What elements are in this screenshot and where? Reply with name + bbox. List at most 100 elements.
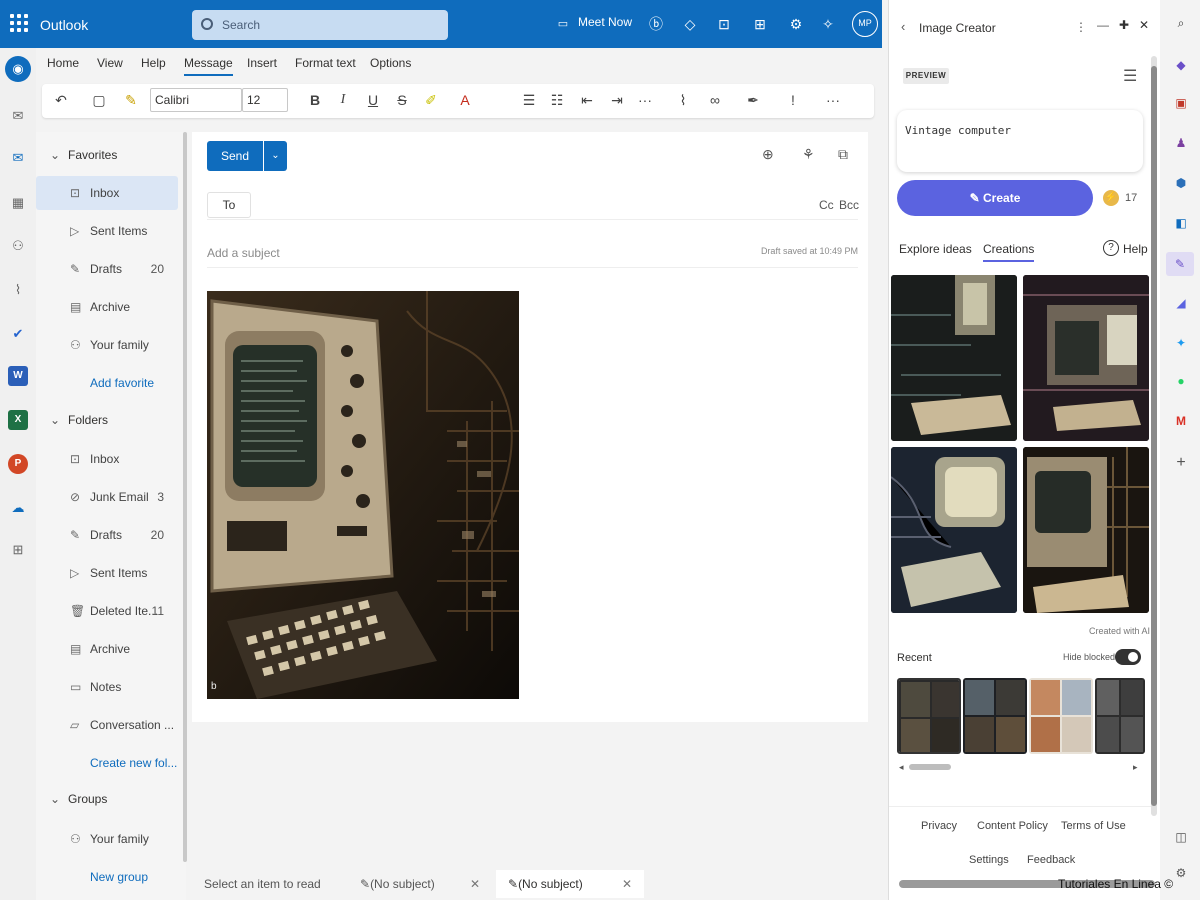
- drop-icon[interactable]: ◢: [1172, 294, 1190, 312]
- lightbulb-icon[interactable]: ✧: [818, 14, 838, 34]
- panel-scrollbar[interactable]: [1151, 56, 1157, 816]
- underline-icon[interactable]: U: [362, 92, 384, 108]
- cc-button[interactable]: Cc: [819, 198, 834, 212]
- tab-explore-ideas[interactable]: Explore ideas: [899, 242, 972, 256]
- tab-insert[interactable]: Insert: [247, 56, 277, 70]
- m365-icon[interactable]: ⬢: [1172, 174, 1190, 192]
- sidebar-item-group-family[interactable]: ⚇ Your family: [36, 822, 178, 856]
- add-favorite-link[interactable]: Add favorite: [90, 376, 154, 390]
- increase-indent-icon[interactable]: ⇥: [606, 92, 628, 109]
- mail-icon[interactable]: ✉: [8, 148, 28, 168]
- more-options-icon[interactable]: ···: [822, 92, 844, 108]
- sidebar-item-sent[interactable]: ▷ Sent Items: [36, 214, 178, 248]
- attach-icon[interactable]: ⌇: [672, 92, 694, 109]
- feedback-link[interactable]: Feedback: [1027, 854, 1075, 866]
- bold-icon[interactable]: B: [304, 92, 326, 108]
- immersive-reader-icon[interactable]: ⚘: [802, 146, 815, 163]
- powerpoint-icon[interactable]: P: [8, 454, 28, 474]
- send-options-dropdown[interactable]: ⌄: [264, 141, 287, 171]
- gmail-icon[interactable]: M: [1172, 412, 1190, 430]
- mail-outline-icon[interactable]: ✉: [8, 106, 28, 126]
- sidebar-item-inbox-folder[interactable]: ⊡ Inbox: [36, 442, 178, 476]
- content-policy-link[interactable]: Content Policy: [977, 820, 1048, 832]
- people-icon[interactable]: ⚇: [8, 236, 28, 256]
- recent-thumbnail[interactable]: [1095, 678, 1145, 754]
- create-folder-link[interactable]: Create new fol...: [90, 756, 177, 770]
- tab-message[interactable]: Message: [184, 56, 233, 76]
- sidebar-toggle-icon[interactable]: ◫: [1172, 828, 1190, 846]
- recent-scrollbar-thumb[interactable]: [909, 764, 951, 770]
- onedrive-icon[interactable]: ☁: [8, 498, 28, 518]
- inserted-image[interactable]: b: [207, 291, 519, 699]
- sidebar-item-junk[interactable]: ⊘ Junk Email 3: [36, 480, 178, 514]
- sidebar-item-sent-folder[interactable]: ▷ Sent Items: [36, 556, 178, 590]
- tab-home[interactable]: Home: [47, 56, 79, 70]
- popout-icon[interactable]: ⧉: [838, 146, 848, 163]
- help-link[interactable]: Help: [1123, 242, 1148, 256]
- word-icon[interactable]: W: [8, 366, 28, 386]
- importance-icon[interactable]: !: [782, 92, 804, 108]
- help-icon[interactable]: ?: [1103, 240, 1119, 256]
- more-vertical-icon[interactable]: ⋮: [1075, 20, 1087, 34]
- recent-thumbnail[interactable]: [1029, 678, 1093, 754]
- new-group-link[interactable]: New group: [90, 870, 148, 884]
- excel-icon[interactable]: X: [8, 410, 28, 430]
- todo-check-icon[interactable]: ✔: [8, 324, 28, 344]
- strikethrough-icon[interactable]: S: [391, 92, 413, 108]
- tab-draft-1[interactable]: ✎(No subject) ✕: [348, 870, 492, 898]
- meet-now-button[interactable]: Meet Now: [578, 15, 632, 29]
- recent-thumbnail[interactable]: [963, 678, 1027, 754]
- sidebar-item-deleted[interactable]: 🗑 Deleted Ite... 11: [36, 594, 178, 628]
- sidebar-item-archive[interactable]: ▤ Archive: [36, 290, 178, 324]
- sidebar-item-your-family[interactable]: ⚇ Your family: [36, 328, 178, 362]
- games-icon[interactable]: ♟: [1172, 134, 1190, 152]
- settings-link[interactable]: Settings: [969, 854, 1009, 866]
- app-launcher-icon[interactable]: [10, 14, 28, 32]
- decrease-indent-icon[interactable]: ⇤: [576, 92, 598, 109]
- creation-thumbnail[interactable]: [1023, 447, 1149, 613]
- close-icon[interactable]: ✕: [622, 870, 632, 898]
- groups-header[interactable]: ⌄ Groups: [50, 792, 107, 806]
- chevron-left-icon[interactable]: ‹: [901, 19, 905, 34]
- panel-scrollbar-thumb[interactable]: [1151, 66, 1157, 806]
- scroll-right-icon[interactable]: ▸: [1133, 762, 1138, 773]
- sidebar-item-notes[interactable]: ▭ Notes: [36, 670, 178, 704]
- tag-icon[interactable]: ◆: [1172, 56, 1190, 74]
- creation-thumbnail[interactable]: [891, 447, 1017, 613]
- shopping-bag-icon[interactable]: ▣: [1172, 94, 1190, 112]
- search-icon[interactable]: ⌕: [1172, 14, 1190, 32]
- avatar[interactable]: MP: [852, 11, 878, 37]
- outlook-icon[interactable]: ◧: [1172, 214, 1190, 232]
- tab-draft-2[interactable]: ✎(No subject) ✕: [496, 870, 644, 898]
- menu-icon[interactable]: ☰: [1123, 66, 1137, 86]
- scroll-left-icon[interactable]: ◂: [899, 762, 904, 773]
- pin-icon[interactable]: ✚: [1119, 18, 1129, 32]
- image-creator-icon[interactable]: ✎: [1166, 252, 1194, 276]
- more-apps-icon[interactable]: ⊞: [8, 540, 28, 560]
- highlight-icon[interactable]: ✐: [420, 92, 442, 109]
- more-icon[interactable]: ···: [634, 92, 656, 108]
- tab-view[interactable]: View: [97, 56, 123, 70]
- undo-icon[interactable]: ↶: [50, 92, 72, 109]
- app-name[interactable]: Outlook: [40, 17, 88, 33]
- zoom-icon[interactable]: ⊕: [762, 146, 774, 163]
- minimize-icon[interactable]: —: [1097, 18, 1109, 32]
- tab-creations[interactable]: Creations: [983, 242, 1035, 262]
- font-size-select[interactable]: 12: [242, 88, 288, 112]
- format-painter-icon[interactable]: ✎: [120, 92, 142, 109]
- font-name-select[interactable]: Calibri: [150, 88, 242, 112]
- whatsapp-icon[interactable]: ●: [1172, 372, 1190, 390]
- signature-icon[interactable]: ✒: [742, 92, 764, 109]
- create-button[interactable]: ✎ Create: [897, 180, 1093, 216]
- sidebar-item-inbox[interactable]: ⊡ Inbox: [36, 176, 178, 210]
- privacy-link[interactable]: Privacy: [921, 820, 957, 832]
- close-icon[interactable]: ✕: [1139, 18, 1149, 32]
- twitter-icon[interactable]: ✦: [1172, 334, 1190, 352]
- folder-scrollbar[interactable]: [183, 132, 187, 862]
- teams-icon[interactable]: ⊡: [714, 14, 734, 34]
- sidebar-item-drafts[interactable]: ✎ Drafts 20: [36, 252, 178, 286]
- recent-thumbnail[interactable]: [897, 678, 961, 754]
- calendar-icon[interactable]: ▦: [8, 193, 28, 213]
- font-color-icon[interactable]: A: [454, 92, 476, 108]
- settings-gear-icon[interactable]: ⚙: [1172, 864, 1190, 882]
